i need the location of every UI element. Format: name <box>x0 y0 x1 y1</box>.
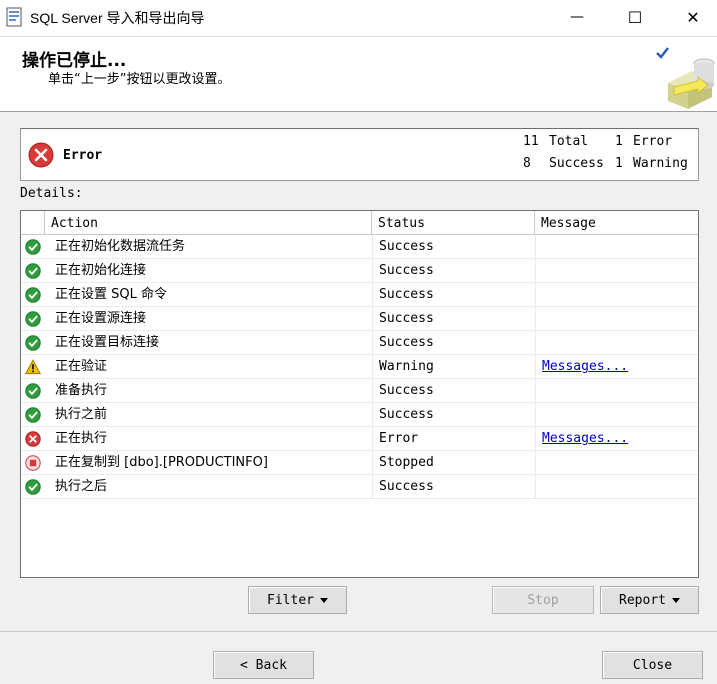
wizard-graphic-icon <box>656 47 715 109</box>
row-action: 执行之前 <box>55 407 108 422</box>
warning-count: 1 <box>615 156 623 171</box>
dropdown-arrow-icon <box>671 597 680 603</box>
filter-button[interactable]: Filter <box>248 586 347 614</box>
row-action: 执行之后 <box>55 479 108 494</box>
row-action: 正在初始化连接 <box>55 263 147 278</box>
table-row[interactable]: 正在设置源连接 Success <box>21 307 698 331</box>
row-status: Success <box>379 311 434 326</box>
success-status-icon <box>25 331 43 355</box>
success-label: Success <box>549 156 604 171</box>
error-label: Error <box>633 134 673 149</box>
column-header-action[interactable]: Action <box>45 211 372 235</box>
close-icon: ✕ <box>686 7 700 27</box>
column-divider <box>535 235 536 499</box>
minimize-button[interactable]: — <box>550 0 604 34</box>
row-status: Success <box>379 383 434 398</box>
success-status-icon <box>25 259 43 283</box>
row-action: 正在设置 SQL 命令 <box>55 287 167 302</box>
messages-link[interactable]: Messages... <box>542 427 692 451</box>
table-row[interactable]: 正在初始化连接 Success <box>21 259 698 283</box>
row-status: Success <box>379 287 434 302</box>
row-action: 正在执行 <box>55 431 108 446</box>
table-row[interactable]: 正在设置目标连接 Success <box>21 331 698 355</box>
filter-label: Filter <box>267 592 314 608</box>
success-status-icon <box>25 379 43 403</box>
close-button[interactable]: Close <box>602 651 703 679</box>
table-row[interactable]: 正在验证 Warning Messages... <box>21 355 698 379</box>
row-status: Success <box>379 479 434 494</box>
stop-label: Stop <box>527 592 559 608</box>
total-count: 11 <box>523 134 539 149</box>
table-row[interactable]: 执行之后 Success <box>21 475 698 499</box>
wizard-app-icon <box>6 7 22 27</box>
success-status-icon <box>25 403 43 427</box>
error-count: 1 <box>615 134 623 149</box>
column-divider <box>372 235 373 499</box>
warning-status-icon <box>25 355 43 379</box>
report-label: Report <box>619 592 666 608</box>
dropdown-arrow-icon <box>319 597 328 603</box>
report-button[interactable]: Report <box>600 586 699 614</box>
minimize-icon: — <box>570 9 584 25</box>
table-row[interactable]: 正在设置 SQL 命令 Success <box>21 283 698 307</box>
success-count: 8 <box>523 156 531 171</box>
summary-status: Error <box>63 148 103 163</box>
row-action: 准备执行 <box>55 383 108 398</box>
row-status: Success <box>379 263 434 278</box>
table-row[interactable]: 执行之前 Success <box>21 403 698 427</box>
maximize-button[interactable]: ☐ <box>608 0 662 34</box>
column-header-message[interactable]: Message <box>535 211 698 235</box>
stop-button[interactable]: Stop <box>492 586 594 614</box>
success-status-icon <box>25 235 43 259</box>
title-bar: SQL Server 导入和导出向导 — ☐ ✕ <box>0 0 717 36</box>
wizard-header: 操作已停止... 单击“上一步”按钮以更改设置。 <box>0 36 717 112</box>
row-status: Success <box>379 335 434 350</box>
table-row[interactable]: 正在复制到 [dbo].[PRODUCTINFO] Stopped <box>21 451 698 475</box>
details-label: Details: <box>20 186 83 201</box>
error-status-icon <box>25 427 43 451</box>
close-window-button[interactable]: ✕ <box>666 0 717 34</box>
row-action: 正在验证 <box>55 359 108 374</box>
row-status: Success <box>379 239 434 254</box>
close-label: Close <box>632 657 673 673</box>
table-row[interactable]: 正在初始化数据流任务 Success <box>21 235 698 259</box>
details-header: Action Status Message <box>21 211 698 235</box>
row-status: Warning <box>379 359 434 374</box>
total-label: Total <box>549 134 589 149</box>
row-status: Stopped <box>379 455 434 470</box>
success-status-icon <box>25 283 43 307</box>
row-action: 正在初始化数据流任务 <box>55 239 186 254</box>
warning-label: Warning <box>633 156 688 171</box>
error-icon <box>28 142 54 168</box>
stopped-status-icon <box>25 451 43 475</box>
table-row[interactable]: 正在执行 Error Messages... <box>21 427 698 451</box>
row-status: Success <box>379 407 434 422</box>
success-status-icon <box>25 307 43 331</box>
column-header-status[interactable]: Status <box>372 211 535 235</box>
back-button[interactable]: < Back <box>213 651 314 679</box>
details-list[interactable]: Action Status Message 正在初始化数据流任务 Success 正… <box>20 210 699 578</box>
maximize-icon: ☐ <box>627 7 643 27</box>
row-action: 正在设置源连接 <box>55 311 147 326</box>
summary-panel: Error 11 Total 1 Error 8 Success 1 Warni… <box>20 128 699 181</box>
row-status: Error <box>379 431 419 446</box>
messages-link[interactable]: Messages... <box>542 355 692 379</box>
page-subtitle: 单击“上一步”按钮以更改设置。 <box>48 72 231 87</box>
table-row[interactable]: 准备执行 Success <box>21 379 698 403</box>
row-action: 正在设置目标连接 <box>55 335 160 350</box>
success-status-icon <box>25 475 43 499</box>
back-label: < Back <box>240 657 287 673</box>
row-action: 正在复制到 [dbo].[PRODUCTINFO] <box>55 455 268 470</box>
footer-separator <box>0 631 717 632</box>
window-title: SQL Server 导入和导出向导 <box>30 10 205 26</box>
icon-column-header[interactable] <box>21 211 45 235</box>
